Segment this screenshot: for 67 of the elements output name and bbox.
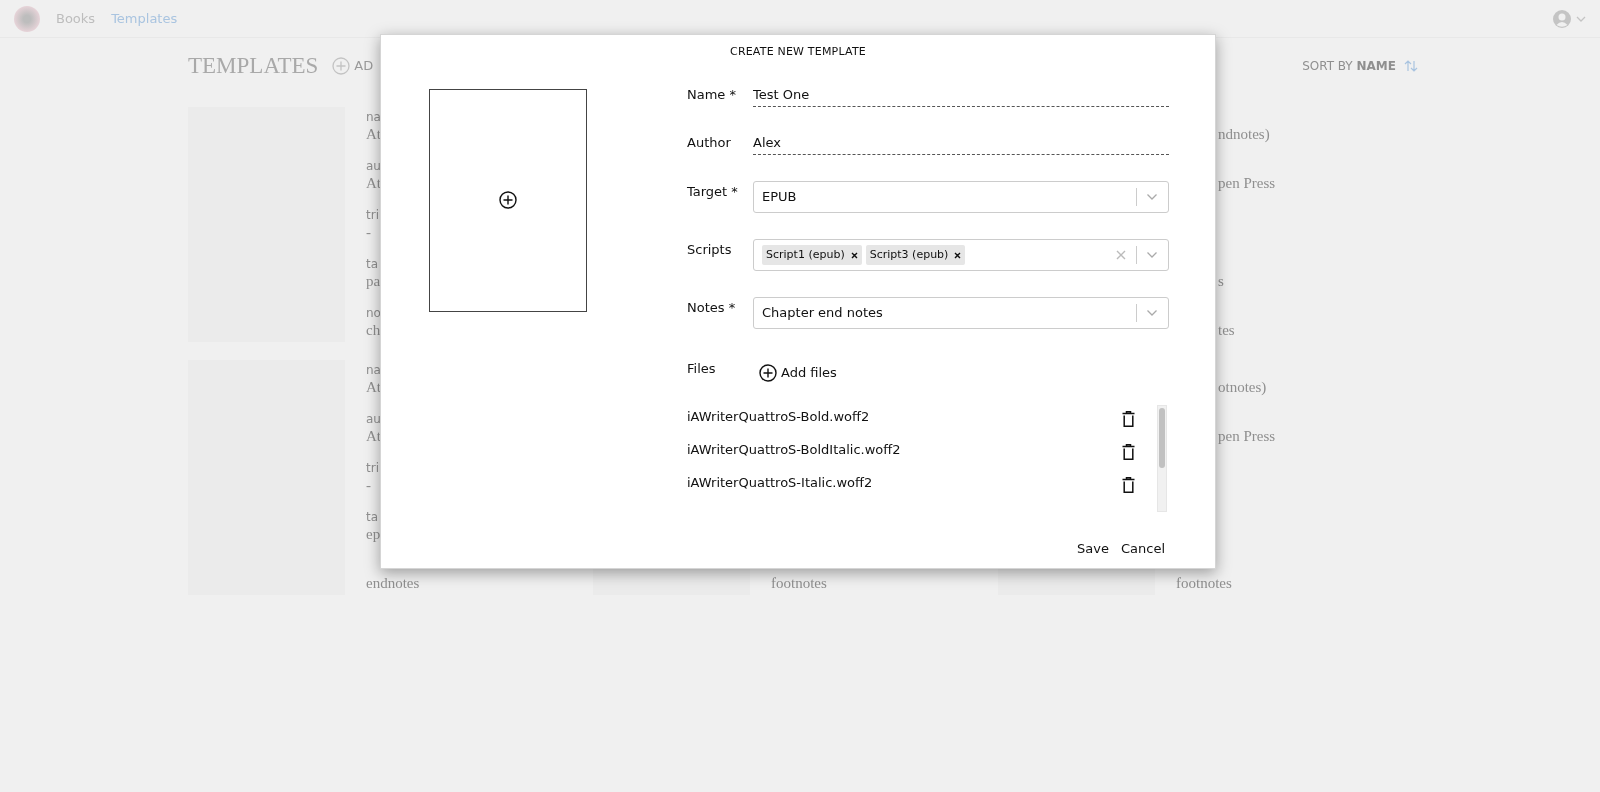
field-value: At (366, 427, 382, 446)
remove-icon[interactable] (954, 251, 962, 259)
field-value: - (366, 223, 372, 242)
scrollbar[interactable] (1157, 404, 1167, 512)
field-label: ta (366, 510, 380, 524)
text-field[interactable]: Alex (753, 133, 1169, 155)
field-value: At (366, 174, 381, 193)
dialog-button[interactable]: Cancel (1114, 538, 1171, 558)
field-value: ep (366, 525, 382, 544)
caret-icon[interactable] (1576, 15, 1586, 22)
field-value: pa (366, 272, 381, 291)
field-label: na (366, 110, 381, 124)
field-value: pen Press (1218, 174, 1276, 193)
field-label: Scripts (687, 241, 733, 259)
field-value: - (366, 476, 372, 495)
sort-icon[interactable] (1404, 60, 1418, 72)
field-label: Files (687, 360, 717, 378)
field-value: ndnotes) (1218, 125, 1271, 144)
chevron-icon[interactable] (1146, 309, 1158, 317)
text-field[interactable]: Test One (753, 85, 1169, 107)
file-name: iAWriterQuattroS-Bold.woff2 (687, 407, 871, 426)
add-icon[interactable] (759, 363, 777, 382)
tag-label: Script3 (epub) (869, 246, 949, 263)
delete-icon[interactable] (1122, 410, 1135, 427)
select-field[interactable]: EPUB (753, 181, 1169, 213)
field-label: au (366, 159, 381, 173)
field-value: ch (366, 321, 381, 340)
file-name: iAWriterQuattroS-BoldItalic.woff2 (687, 440, 902, 459)
chevron-icon[interactable] (1146, 193, 1158, 201)
select-value: EPUB (762, 188, 797, 207)
select-field[interactable]: Chapter end notes (753, 297, 1169, 329)
field-value: tes (1218, 321, 1236, 340)
tag-label: Script1 (epub) (766, 246, 845, 263)
add-icon[interactable] (499, 191, 517, 209)
field-value: At (366, 378, 382, 397)
logo[interactable] (14, 5, 40, 32)
field-label: Notes * (687, 299, 737, 317)
field-label: tri (366, 461, 380, 475)
delete-icon[interactable] (1122, 476, 1135, 493)
field-label: ta (366, 257, 380, 271)
field-value: At (366, 125, 381, 144)
dialog-title: CREATE NEW TEMPLATE (729, 44, 867, 60)
field-label: Target * (687, 183, 739, 201)
field-label: au (366, 412, 382, 426)
field-value: footnotes (1176, 574, 1233, 593)
page-title: TEMPLATES (188, 51, 319, 80)
select-value: Chapter end notes (762, 304, 883, 323)
field-label: tri (366, 208, 380, 222)
field-value: otnotes) (1218, 378, 1268, 397)
field-value: footnotes (771, 574, 827, 593)
field-label: no (366, 306, 381, 320)
multi-select-field[interactable]: Script1 (epub) Script3 (epub) (753, 239, 1169, 271)
field-value: s (1218, 272, 1225, 291)
remove-icon[interactable] (850, 251, 858, 259)
chevron-icon[interactable] (1146, 251, 1158, 259)
file-name: iAWriterQuattroS-Italic.woff2 (687, 473, 874, 492)
field-value: pen Press (1218, 427, 1276, 446)
field-label: Author (687, 134, 732, 152)
clear-icon[interactable] (1116, 250, 1126, 260)
delete-icon[interactable] (1122, 443, 1135, 460)
field-label: na (366, 363, 382, 377)
field-label: Name * (687, 86, 737, 104)
cover-upload-area[interactable] (429, 88, 587, 312)
field-value: endnotes (366, 574, 420, 593)
user-avatar-icon[interactable] (1552, 8, 1572, 29)
dialog-button[interactable]: Save (1071, 538, 1115, 558)
add-files-button[interactable]: Add files (753, 363, 843, 383)
